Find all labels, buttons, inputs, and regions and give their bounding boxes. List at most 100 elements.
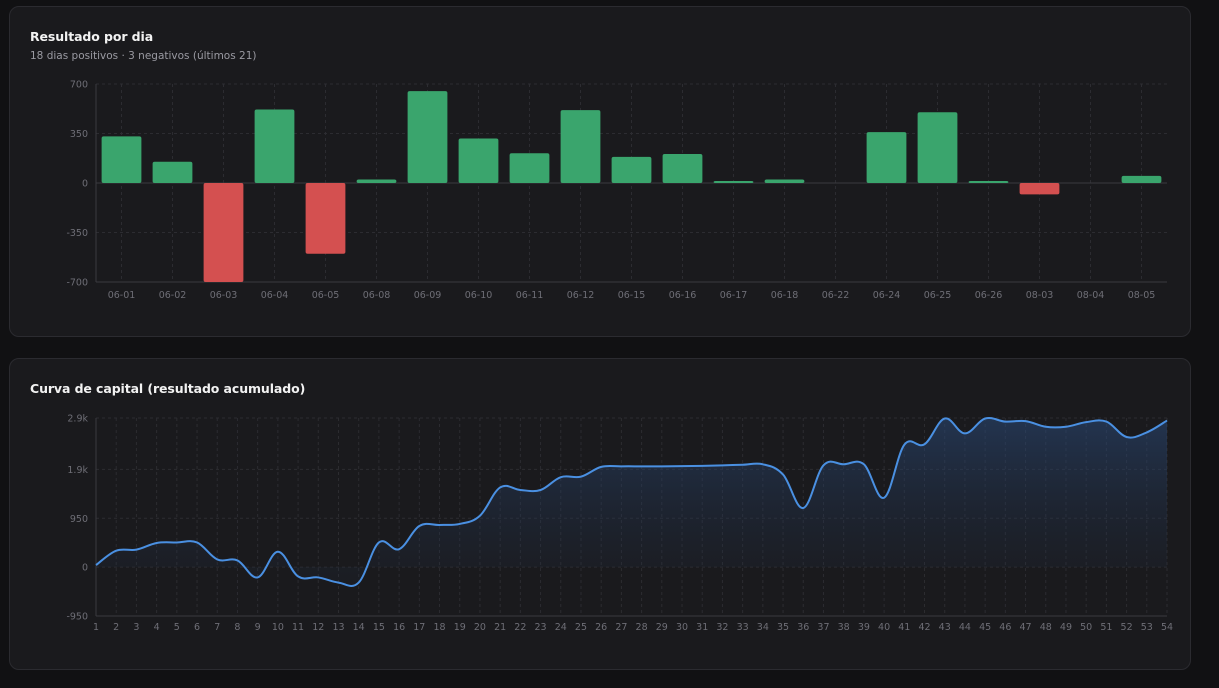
x-tick-label: 46 — [999, 622, 1011, 633]
x-tick-label: 19 — [454, 622, 466, 633]
x-tick-label: 06-22 — [822, 290, 850, 301]
bar — [866, 132, 907, 183]
x-tick-label: 7 — [214, 622, 220, 633]
x-tick-label: 29 — [656, 622, 668, 633]
bar — [152, 161, 193, 183]
x-tick-label: 06-16 — [669, 290, 697, 301]
bar — [713, 181, 754, 183]
x-tick-label: 50 — [1080, 622, 1092, 633]
x-tick-label: 28 — [636, 622, 648, 633]
x-tick-label: 52 — [1121, 622, 1133, 633]
x-tick-label: 3 — [133, 622, 139, 633]
x-tick-label: 31 — [696, 622, 708, 633]
x-tick-label: 10 — [272, 622, 284, 633]
bar — [458, 138, 499, 183]
y-tick-label: 1.9k — [67, 465, 88, 476]
x-tick-label: 34 — [757, 622, 769, 633]
bar — [254, 109, 295, 183]
x-tick-label: 35 — [777, 622, 789, 633]
bar — [560, 110, 601, 183]
x-tick-label: 6 — [194, 622, 200, 633]
x-tick-label: 06-25 — [924, 290, 952, 301]
y-tick-label: 350 — [70, 129, 88, 140]
x-tick-label: 45 — [979, 622, 991, 633]
x-tick-label: 23 — [535, 622, 547, 633]
x-tick-label: 49 — [1060, 622, 1072, 633]
bar — [407, 91, 448, 183]
y-tick-label: -700 — [66, 278, 88, 289]
x-tick-label: 22 — [514, 622, 526, 633]
x-tick-label: 06-01 — [108, 290, 136, 301]
x-tick-label: 25 — [575, 622, 587, 633]
x-tick-label: 26 — [595, 622, 607, 633]
x-tick-label: 21 — [494, 622, 506, 633]
x-tick-label: 06-10 — [465, 290, 493, 301]
x-tick-label: 06-26 — [975, 290, 1003, 301]
x-tick-label: 06-09 — [414, 290, 442, 301]
x-tick-label: 06-17 — [720, 290, 748, 301]
x-tick-label: 8 — [234, 622, 240, 633]
x-tick-label: 06-04 — [261, 290, 289, 301]
x-tick-label: 06-18 — [771, 290, 799, 301]
x-tick-label: 51 — [1100, 622, 1112, 633]
equity-curve-card: Curva de capital (resultado acumulado) 2… — [9, 358, 1191, 670]
x-tick-label: 36 — [797, 622, 809, 633]
y-tick-label: -350 — [66, 228, 88, 239]
x-tick-label: 5 — [174, 622, 180, 633]
x-tick-label: 1 — [93, 622, 99, 633]
bar — [917, 112, 958, 183]
x-tick-label: 06-12 — [567, 290, 595, 301]
x-tick-label: 32 — [716, 622, 728, 633]
x-tick-label: 06-08 — [363, 290, 391, 301]
equity-area-chart: 2.9k1.9k9500-9501 2 3 4 5 6 7 8 9 10 11 12 13 14 15 16 1… — [66, 414, 1173, 634]
x-tick-label: 37 — [817, 622, 829, 633]
x-tick-label: 08-04 — [1077, 290, 1105, 301]
bar — [764, 179, 805, 183]
x-tick-label: 39 — [858, 622, 870, 633]
bar — [968, 181, 1009, 183]
x-tick-label: 30 — [676, 622, 688, 633]
x-tick-label: 06-11 — [516, 290, 544, 301]
y-tick-label: -950 — [66, 612, 88, 623]
bar — [662, 154, 703, 183]
x-tick-label: 40 — [878, 622, 890, 633]
x-tick-label: 12 — [312, 622, 324, 633]
bar — [101, 136, 142, 183]
x-tick-label: 06-02 — [159, 290, 187, 301]
x-tick-label: 06-24 — [873, 290, 901, 301]
daily-result-card: Resultado por dia 18 dias positivos · 3 … — [9, 6, 1191, 337]
x-tick-label: 54 — [1161, 622, 1173, 633]
x-tick-label: 48 — [1040, 622, 1052, 633]
x-tick-label: 43 — [939, 622, 951, 633]
x-tick-label: 24 — [555, 622, 567, 633]
y-tick-label: 2.9k — [67, 414, 88, 425]
x-tick-label: 2 — [113, 622, 119, 633]
x-tick-label: 41 — [898, 622, 910, 633]
x-tick-label: 06-05 — [312, 290, 340, 301]
x-tick-label: 38 — [838, 622, 850, 633]
bar — [509, 153, 550, 183]
x-tick-label: 16 — [393, 622, 405, 633]
bar — [203, 183, 244, 282]
daily-bar-chart: 700 350 0 -350 -700 06-01 06-02 06-03 06-04 06-05… — [66, 80, 1167, 301]
bar — [611, 156, 652, 183]
x-tick-label: 15 — [373, 622, 385, 633]
x-tick-label: 08-03 — [1026, 290, 1054, 301]
x-tick-label: 42 — [918, 622, 930, 633]
x-tick-label: 53 — [1141, 622, 1153, 633]
x-tick-label: 17 — [413, 622, 425, 633]
x-tick-label: 06-15 — [618, 290, 646, 301]
x-tick-label: 06-03 — [210, 290, 238, 301]
x-tick-label: 20 — [474, 622, 486, 633]
x-tick-label: 27 — [615, 622, 627, 633]
x-tick-label: 47 — [1020, 622, 1032, 633]
x-tick-label: 33 — [737, 622, 749, 633]
bar — [1121, 175, 1162, 183]
x-tick-label: 11 — [292, 622, 304, 633]
bar — [305, 183, 346, 254]
x-tick-label: 9 — [255, 622, 261, 633]
y-tick-label: 0 — [82, 179, 88, 190]
x-tick-label: 13 — [332, 622, 344, 633]
x-tick-label: 08-05 — [1128, 290, 1156, 301]
y-tick-label: 0 — [82, 563, 88, 574]
